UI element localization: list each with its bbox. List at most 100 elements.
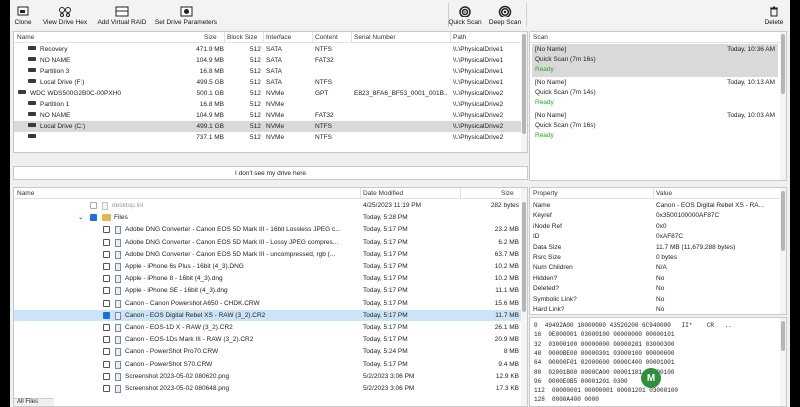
file-checkbox[interactable] xyxy=(103,287,110,295)
drive-content: FAT32 xyxy=(315,57,334,64)
properties-scrollbar[interactable] xyxy=(780,188,786,314)
file-checkbox[interactable] xyxy=(103,372,110,380)
drive-name: Local Drive (C:) xyxy=(40,123,86,130)
file-checkbox[interactable] xyxy=(103,275,110,283)
folder-checkbox[interactable] xyxy=(90,214,97,222)
file-row[interactable]: Canon - PowerShot S70.CRW Today, 5:17 PM 9… xyxy=(14,359,527,370)
drive-row[interactable]: Local Drive (F:) 499.5 GB 512 SATA NTFS \\.\P… xyxy=(14,77,527,88)
scan-item[interactable]: [No Name] Today, 10:13 AM Quick Scan (7m 1… xyxy=(532,77,778,110)
scroll-thumb[interactable] xyxy=(522,202,526,312)
file-checkbox[interactable] xyxy=(103,385,110,392)
file-size: 10.2 MB xyxy=(494,275,519,283)
drive-block-size: 512 xyxy=(250,68,261,75)
file-checkbox[interactable] xyxy=(103,263,110,270)
add-virtual-raid-button[interactable]: Add Virtual RAID xyxy=(94,0,150,29)
file-row[interactable]: Adobe DNG Converter - Canon EOS 5D Mark … xyxy=(14,249,527,260)
scan-scrollbar[interactable] xyxy=(780,32,786,180)
view-drive-hex-button[interactable]: View Drive Hex xyxy=(40,0,90,29)
file-checkbox[interactable] xyxy=(103,324,110,331)
file-row[interactable]: Canon - EOS Digital Rebel XS - RAW (3_2)… xyxy=(14,309,527,321)
files-header: Name Date Modified Size xyxy=(14,188,527,199)
file-checkbox[interactable] xyxy=(103,348,110,356)
hex-scrollbar[interactable] xyxy=(780,318,786,406)
file-icon xyxy=(115,311,121,320)
dont-see-drive-button[interactable]: I don't see my drive here xyxy=(13,166,528,180)
col-interface[interactable]: Interface xyxy=(266,34,291,41)
file-row[interactable]: ⌄ Files Today, 5:28 PM xyxy=(14,212,527,223)
drives-scrollbar[interactable] xyxy=(521,32,527,152)
drive-icon xyxy=(28,46,36,50)
drive-row[interactable]: Partition 1 16.8 MB 512 NVMe \\.\PhysicalDri… xyxy=(14,99,527,110)
clone-icon xyxy=(16,5,30,17)
scroll-thumb[interactable] xyxy=(781,321,785,351)
file-name: Canon - EOS Digital Rebel XS - RAW (3_2)… xyxy=(125,311,266,319)
file-row[interactable]: Apple - iPhone 8 - 16bit (4_3).dng Today,… xyxy=(14,273,527,284)
drive-row[interactable]: WDC WDS500G2B0C-00PXH0 500.1 GB 512 NVMe GPT… xyxy=(14,88,527,99)
scroll-thumb[interactable] xyxy=(781,191,785,251)
chevron-down-icon[interactable]: ⌄ xyxy=(78,213,83,221)
drive-row[interactable]: Partition 3 16.8 MB 512 SATA \\.\PhysicalDri… xyxy=(14,66,527,77)
scan-item[interactable]: [No Name] Today, 10:36 AM Quick Scan (7m 1… xyxy=(532,44,778,77)
drive-row[interactable]: NO NAME 104.9 MB 512 SATA FAT32 \\.\PhysicalD… xyxy=(14,55,527,66)
col-file-name[interactable]: Name xyxy=(17,190,34,197)
file-checkbox[interactable] xyxy=(103,238,110,246)
property-key: Symbolic Link? xyxy=(533,295,577,303)
files-scrollbar[interactable] xyxy=(521,188,527,406)
file-row[interactable]: Canon - EOS-1D X - RAW (3_2).CR2 Today, 5… xyxy=(14,322,527,333)
col-content[interactable]: Content xyxy=(315,34,338,41)
hex-line: 0 49492A00 10000000 43520200 6C940000 II… xyxy=(534,322,733,329)
file-row[interactable]: Canon - Canon Powershot A650 - CHDK.CRW T… xyxy=(14,298,527,309)
file-checkbox[interactable] xyxy=(103,336,110,344)
file-row[interactable]: desktop.ini 4/25/2023 11:19 PM 282 bytes xyxy=(14,200,527,211)
file-checkbox[interactable] xyxy=(103,226,110,234)
hex-line: 48 0000BE00 00000301 03000100 00000600 xyxy=(534,349,675,357)
file-name: Adobe DNG Converter - Canon EOS 5D Mark … xyxy=(125,250,336,258)
scan-item[interactable]: [No Name] Today, 10:03 AM Quick Scan (7m 1… xyxy=(532,110,778,143)
file-checkbox[interactable] xyxy=(90,202,97,209)
file-name: Canon - EOS-1D X - RAW (3_2).CR2 xyxy=(125,324,233,331)
file-row[interactable]: Adobe DNG Converter - Canon EOS 5D Mark … xyxy=(14,224,527,235)
column-divider xyxy=(351,32,352,43)
col-file-size[interactable]: Size xyxy=(501,190,514,197)
file-row[interactable]: Apple - iPhone 6s Plus - 16bit (4_3).DNG… xyxy=(14,261,527,272)
clone-button[interactable]: Clone xyxy=(12,0,34,29)
drive-row[interactable]: 737.1 MB 512 NVMe NTFS \\.\PhysicalDrive2 xyxy=(14,132,527,143)
scroll-thumb[interactable] xyxy=(522,34,526,134)
col-name[interactable]: Name xyxy=(17,34,34,41)
scan-description: Quick Scan (7m 14s) xyxy=(535,89,596,96)
file-row[interactable]: Screenshot 2023-05-02 080620.png 5/2/2023… xyxy=(14,371,527,382)
property-key: Rsrc Size xyxy=(533,254,561,261)
deep-scan-button[interactable]: Deep Scan xyxy=(488,0,522,29)
drive-row[interactable]: Recovery 471.9 MB 512 SATA NTFS \\.\PhysicalD… xyxy=(14,44,527,55)
file-checkbox[interactable] xyxy=(103,250,110,258)
file-checkbox[interactable] xyxy=(103,299,110,307)
status-tab[interactable]: All Files xyxy=(14,398,54,406)
file-row[interactable]: Screenshot 2023-05-02 080648.png 5/2/2023… xyxy=(14,383,527,394)
file-icon xyxy=(115,250,121,259)
file-row[interactable]: Canon - PowerShot Pro70.CRW Today, 5:24 P… xyxy=(14,346,527,357)
drive-row[interactable]: Local Drive (C:) 499.1 GB 512 NVMe NTFS \\.\P… xyxy=(14,121,527,132)
drive-interface: NVMe xyxy=(266,90,285,97)
delete-button[interactable]: Delete xyxy=(762,0,786,29)
file-checkbox[interactable] xyxy=(103,360,110,368)
drive-content: NTFS xyxy=(315,46,332,53)
scroll-thumb[interactable] xyxy=(781,34,785,94)
drive-content: NTFS xyxy=(315,79,332,86)
drive-row[interactable]: NO NAME 104.9 MB 512 NVMe FAT32 \\.\PhysicalD… xyxy=(14,110,527,121)
file-row[interactable]: Adobe DNG Converter - Canon EOS 5D Mark … xyxy=(14,237,527,248)
col-path[interactable]: Path xyxy=(453,34,466,41)
file-row[interactable]: Canon - EOS-1Ds Mark III - RAW (3_2).CR2… xyxy=(14,334,527,345)
set-drive-parameters-button[interactable]: Set Drive Parameters xyxy=(154,0,218,29)
col-size[interactable]: Size xyxy=(204,34,217,41)
property-row: ID 0xAF87C xyxy=(530,231,786,242)
file-date: 5/2/2023 3:06 PM xyxy=(363,372,415,380)
col-date-modified[interactable]: Date Modified xyxy=(363,190,403,197)
file-name: Canon - Canon Powershot A650 - CHDK.CRW xyxy=(125,299,260,307)
file-checkbox[interactable] xyxy=(103,311,110,319)
file-icon xyxy=(115,324,121,332)
file-name: Apple - iPhone 6s Plus - 16bit (4_3).DNG xyxy=(125,263,244,270)
col-block-size[interactable]: Block Size xyxy=(227,34,257,41)
col-serial[interactable]: Serial Number xyxy=(354,34,396,41)
quick-scan-button[interactable]: Quick Scan xyxy=(448,0,482,29)
file-row[interactable]: Apple - iPhone SE - 16bit (4_3).dng Today… xyxy=(14,285,527,296)
